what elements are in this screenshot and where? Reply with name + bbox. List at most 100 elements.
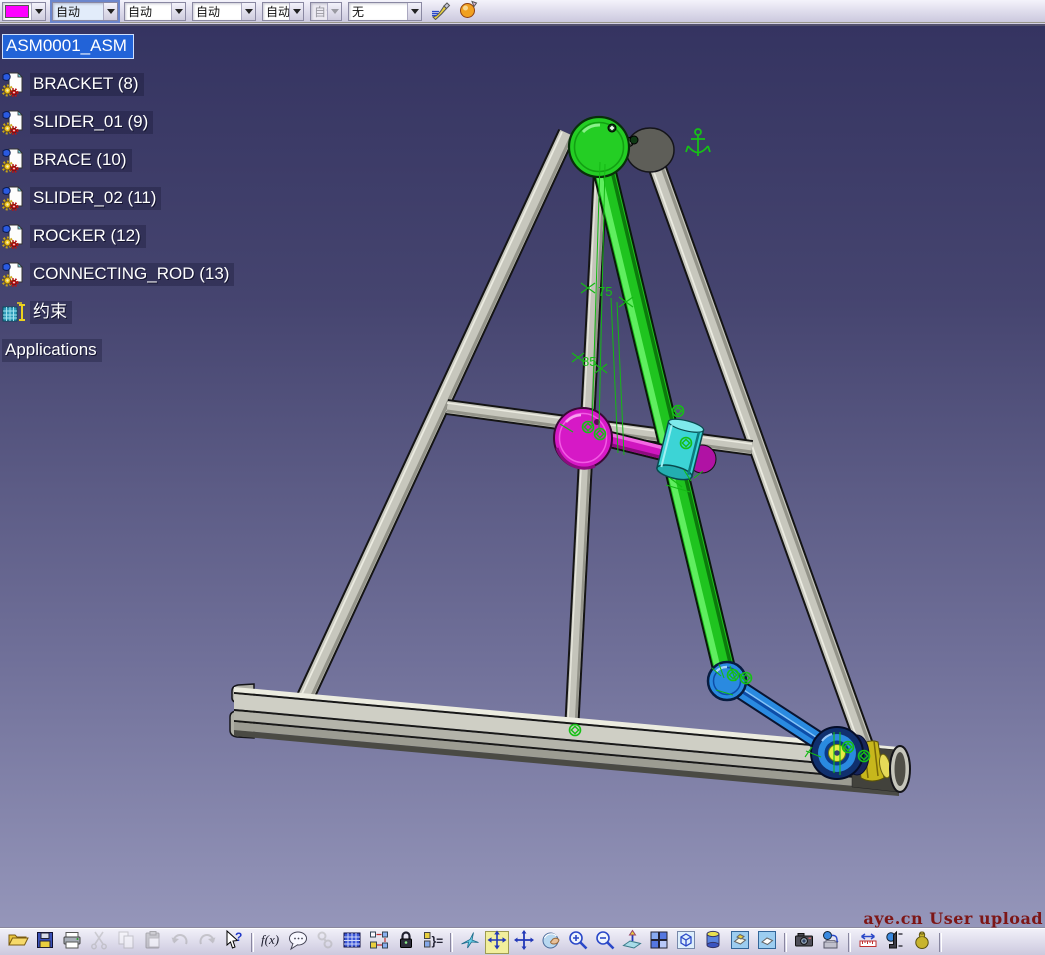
print-button[interactable] [60,931,84,954]
paste-icon [142,929,164,955]
3d-viewport[interactable]: 75 85 ASM0001_ASMB [0,26,1045,928]
undo-icon [169,929,191,955]
tree-item-rocker-12[interactable]: ROCKER (12) [2,224,234,248]
line-weight-combo-value: 自动 [53,3,103,20]
line-weight-combo[interactable]: 自动 [52,2,118,21]
render-style-2-button[interactable] [755,931,779,954]
save-floppy-button[interactable] [33,931,57,954]
filter-combo[interactable]: 无 [348,2,422,21]
mass-weight-button[interactable] [910,931,934,954]
table-grid-icon [341,929,363,955]
normal-view-button[interactable] [620,931,644,954]
chat-bubble-button[interactable] [286,931,310,954]
part-document-icon[interactable] [2,147,26,173]
camera-capture-button[interactable] [792,931,816,954]
zoom-in-button[interactable] [566,931,590,954]
measure-item-button[interactable] [883,931,907,954]
mass-weight-icon [911,929,933,955]
structure-graph-icon [368,929,390,955]
application-window: 自动自动自动自动自动无 [0,0,1045,955]
part-document-icon[interactable] [2,185,26,211]
chevron-down-icon[interactable] [407,3,421,20]
open-folder-button[interactable] [6,931,30,954]
fly-mode-button[interactable] [458,931,482,954]
iso-view-button[interactable] [674,931,698,954]
tree-item-label: Applications [2,339,102,362]
pan-button[interactable] [512,931,536,954]
chevron-down-icon[interactable] [31,3,45,20]
rotate-button[interactable] [539,931,563,954]
material-sphere-icon [458,0,480,25]
part-document-icon[interactable] [2,223,26,249]
chevron-down-icon[interactable] [103,3,117,20]
tree-item-brace-10[interactable]: BRACE (10) [2,148,234,172]
offset-dimension-85: 85 [582,354,596,369]
tree-item-applications[interactable]: Applications [2,338,234,362]
bottom-toolbar: ? f(x) }= [0,928,1045,955]
top-toolbar: 自动自动自动自动自动无 [0,0,1045,23]
point-symbol-combo-value: 自动 [193,3,241,20]
measure-item-icon [884,929,906,955]
layer-combo[interactable]: 自动 [310,2,342,21]
cut-icon [88,929,110,955]
point-symbol-combo[interactable]: 自动 [192,2,256,21]
redo-icon [196,929,218,955]
tree-item-label: SLIDER_01 (9) [30,111,153,134]
chevron-down-icon[interactable] [327,3,341,20]
print-preview-button[interactable] [819,931,843,954]
tree-item-label: 约束 [30,301,72,324]
link-icon [314,929,336,955]
part-document-icon[interactable] [2,71,26,97]
tree-item-asm0001-asm[interactable]: ASM0001_ASM [2,34,234,58]
formula-block-button[interactable]: }= [421,931,445,954]
paintbrush-icon [430,0,452,25]
measure-ruler-icon [857,929,879,955]
line-type-combo[interactable]: 自动 [124,2,186,21]
toolbar-separator [848,933,851,952]
table-grid-button[interactable] [340,931,364,954]
zoom-out-button[interactable] [593,931,617,954]
rotate-icon [540,929,562,955]
structure-graph-button[interactable] [367,931,391,954]
rail-end-opening [890,746,910,792]
shading-cylinder-button[interactable] [701,931,725,954]
function-fx-button[interactable]: f(x) [259,931,283,954]
part-document-icon[interactable] [2,261,26,287]
tree-item-label: CONNECTING_ROD (13) [30,263,234,286]
chat-bubble-icon [287,929,309,955]
tree-item-slider-01-9[interactable]: SLIDER_01 (9) [2,110,234,134]
tree-item-约束[interactable]: 约束 [2,300,234,324]
open-folder-icon [7,929,29,955]
quad-view-button[interactable] [647,931,671,954]
paste-button [141,931,165,954]
wizard-button[interactable] [456,0,482,22]
measure-ruler-button[interactable] [856,931,880,954]
specification-tree: ASM0001_ASM BRACKET (8) SLIDER_01 (9) BRACE… [2,34,234,376]
svg-text:?: ? [235,930,242,944]
fit-all-button[interactable] [485,931,509,954]
iso-view-icon [675,929,697,955]
base-rail-3d[interactable] [230,684,899,796]
help-pointer-button[interactable]: ? [222,931,246,954]
lock-button[interactable] [394,931,418,954]
chevron-down-icon[interactable] [289,3,303,20]
filter-combo-value: 无 [349,3,407,20]
chevron-down-icon[interactable] [241,3,255,20]
constraints-icon[interactable] [2,299,26,325]
print-icon [61,929,83,955]
tree-item-slider-02-11[interactable]: SLIDER_02 (11) [2,186,234,210]
zoom-in-icon [567,929,589,955]
graphic-color-combo[interactable] [2,2,46,21]
apex-hub-3d[interactable] [625,128,675,172]
part-document-icon[interactable] [2,109,26,135]
tree-item-connecting-rod-13[interactable]: CONNECTING_ROD (13) [2,262,234,286]
painter-button[interactable] [428,0,454,22]
svg-text:}=: }= [432,934,444,948]
render-style-1-button[interactable] [728,931,752,954]
chevron-down-icon[interactable] [171,3,185,20]
render-mode-combo-value: 自动 [263,3,289,20]
toolbar-separator [251,933,254,952]
tree-item-label: SLIDER_02 (11) [30,187,161,210]
tree-item-bracket-8[interactable]: BRACKET (8) [2,72,234,96]
render-mode-combo[interactable]: 自动 [262,2,304,21]
